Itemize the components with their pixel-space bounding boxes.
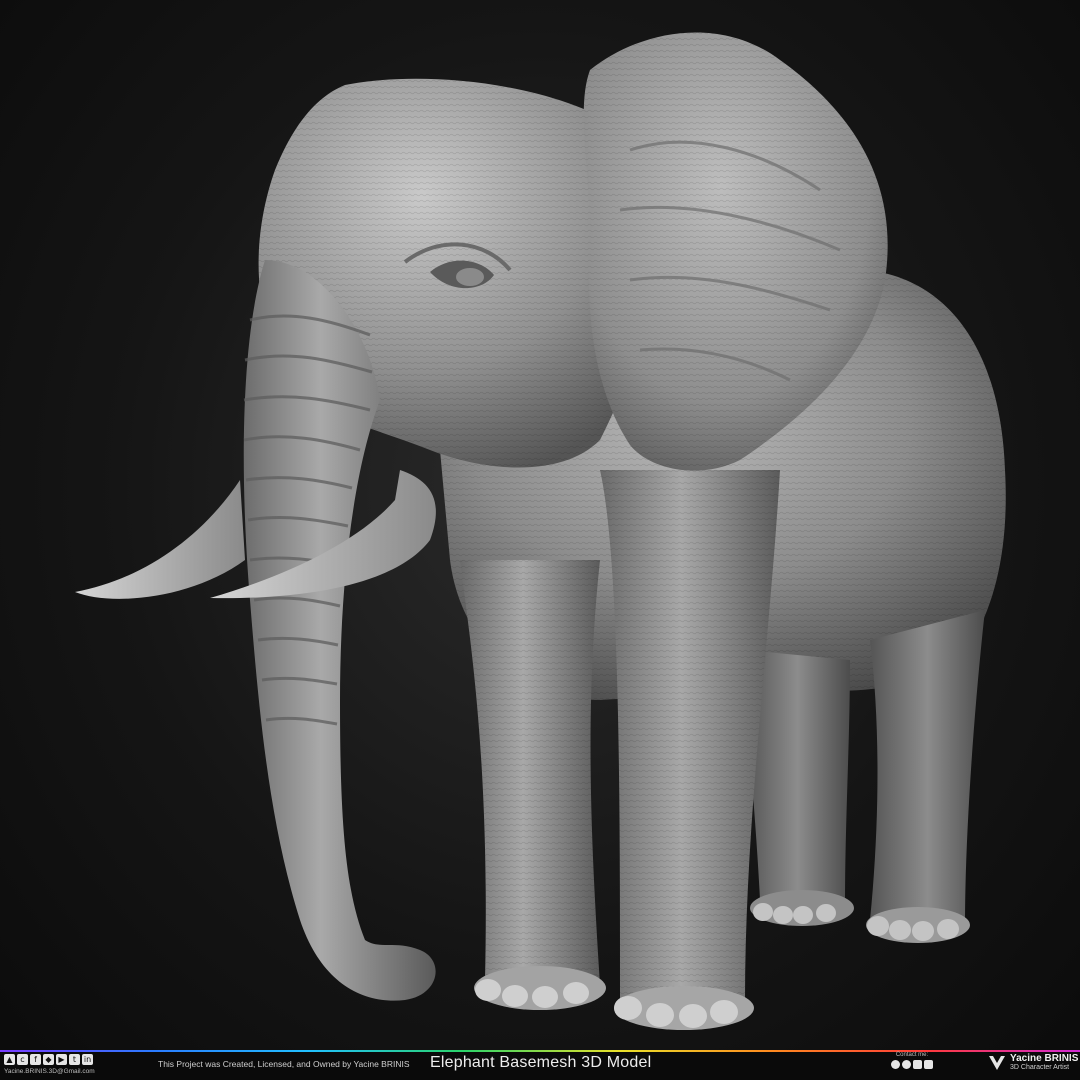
cgtrader-icon[interactable]: c [17,1054,28,1065]
brand-role: 3D Character Artist [1010,1064,1070,1071]
project-title: Elephant Basemesh 3D Model [430,1054,652,1071]
elephant-render [0,0,1080,1050]
brand-logo-icon [989,1056,1005,1070]
facebook-icon[interactable] [891,1060,900,1069]
back-right-leg [870,610,985,925]
sketchfab-icon[interactable]: ◆ [43,1054,54,1065]
brand-block: Yacine BRINIS 3D Character Artist [989,1053,1079,1071]
instagram-icon[interactable] [913,1060,922,1069]
social-links: ▲ c f ◆ ▶ t in [4,1054,93,1065]
contact-label: Contact me: [895,1052,929,1058]
twitter-icon[interactable]: t [69,1054,80,1065]
twitter-icon[interactable] [902,1060,911,1069]
youtube-icon[interactable]: ▶ [56,1054,67,1065]
ownership-credit: This Project was Created, Licensed, and … [158,1059,410,1069]
linkedin-icon[interactable]: in [82,1054,93,1065]
artstation-icon[interactable]: ▲ [4,1054,15,1065]
youtube-icon[interactable] [924,1060,933,1069]
left-tusk [75,480,245,599]
elephant-illustration [75,32,1006,1030]
contact-icons [882,1060,942,1069]
email-link[interactable]: Yacine.BRINIS.3D@Gmail.com [4,1068,95,1075]
contact-block: Contact me: [882,1052,942,1069]
brand-name: Yacine BRINIS [1010,1053,1079,1064]
footer-bar: ▲ c f ◆ ▶ t in Yacine.BRINIS.3D@Gmail.co… [0,1050,1080,1080]
render-frame: ▲ c f ◆ ▶ t in Yacine.BRINIS.3D@Gmail.co… [0,0,1080,1080]
facebook-icon[interactable]: f [30,1054,41,1065]
